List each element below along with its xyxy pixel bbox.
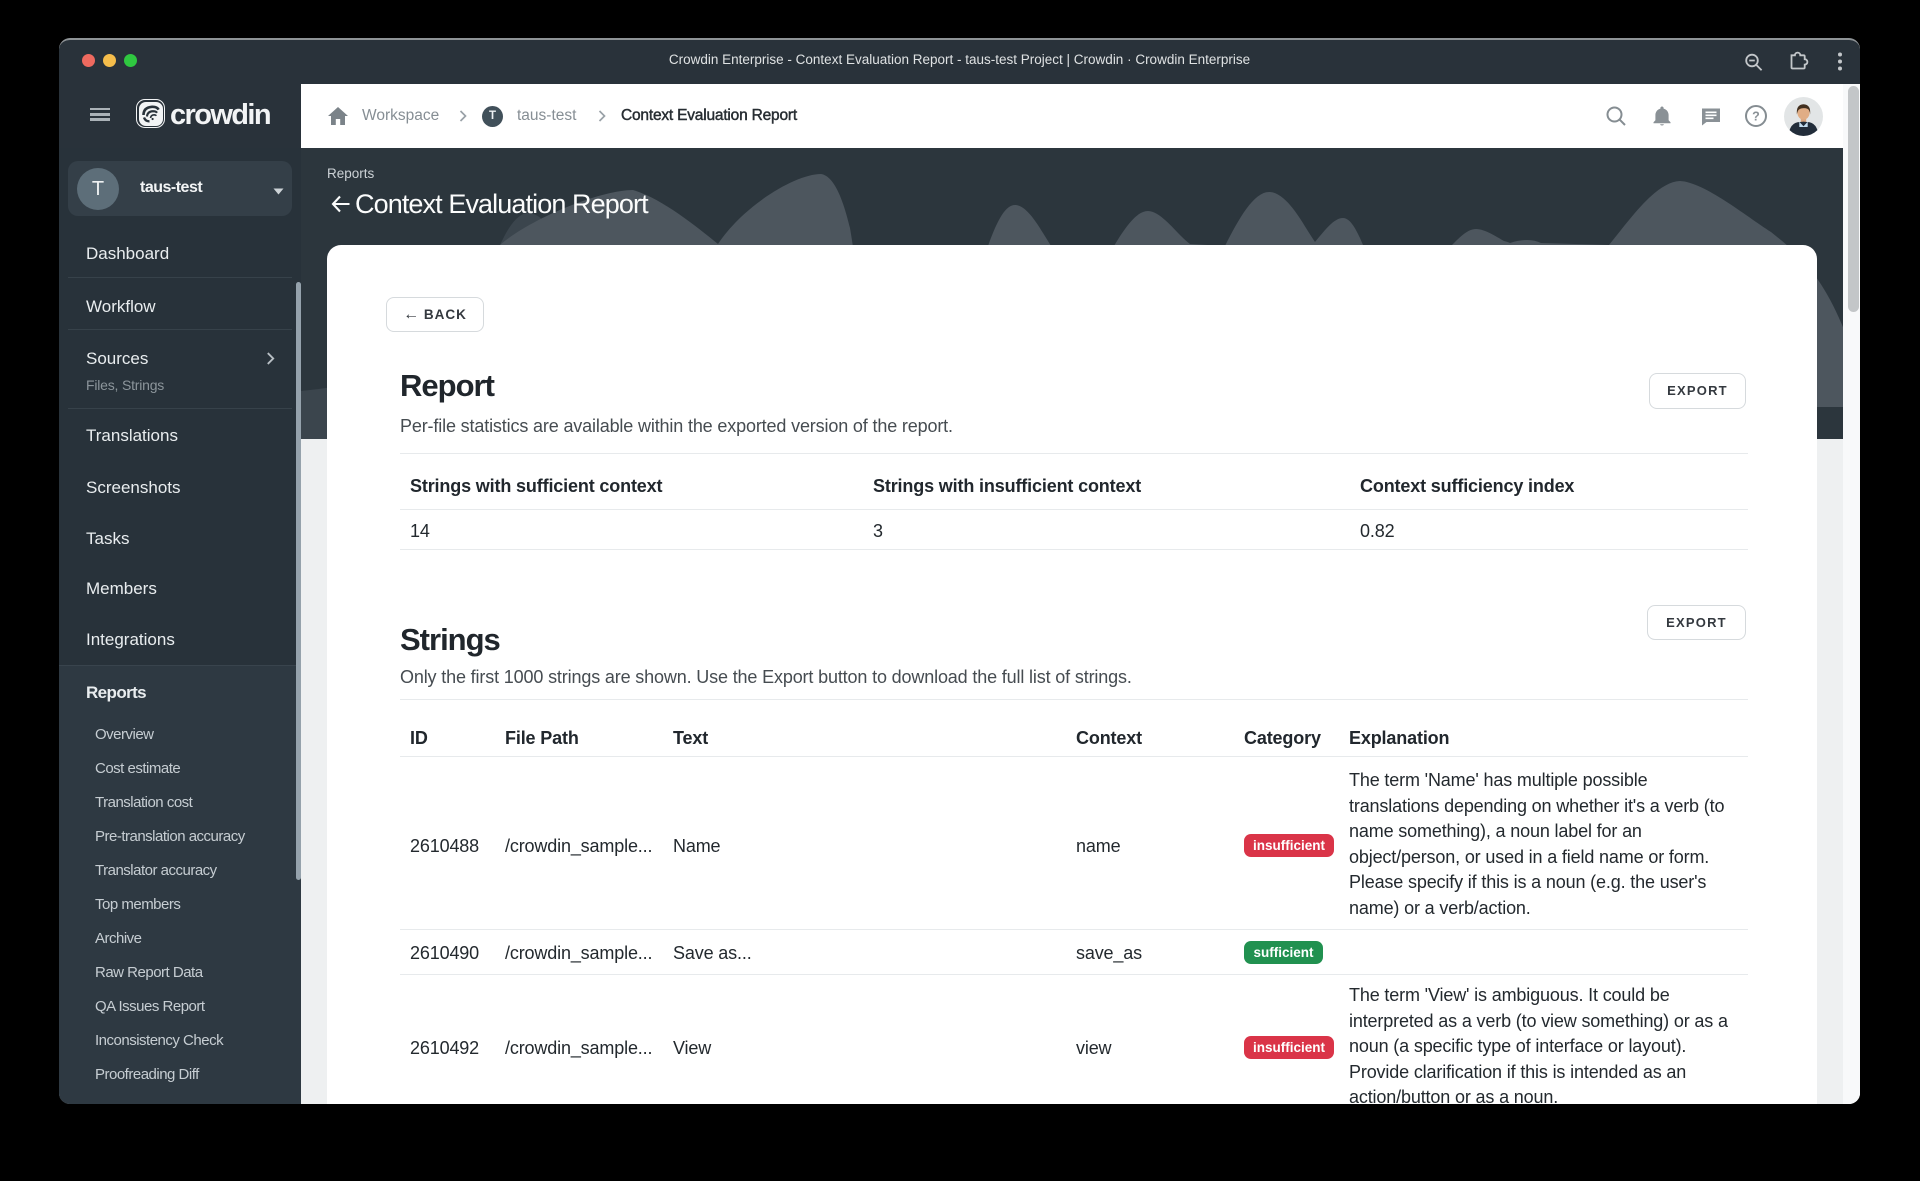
svg-text:?: ? (1752, 110, 1760, 124)
